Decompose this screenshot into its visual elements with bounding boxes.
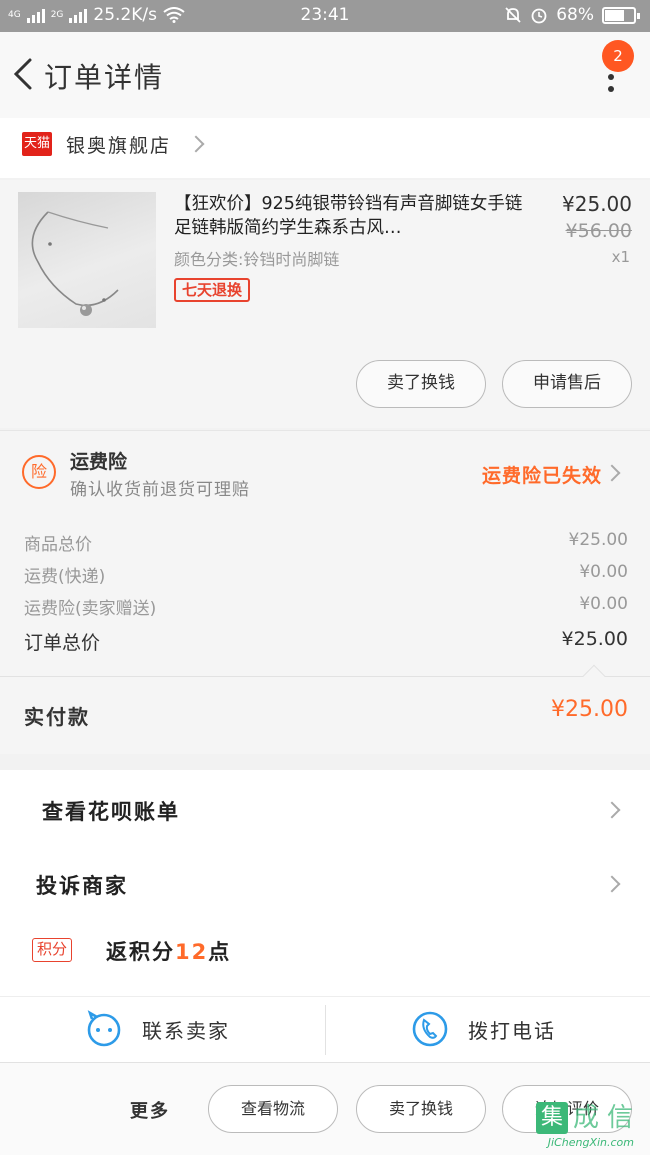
view-logistics-button[interactable]: 查看物流 [208,1085,338,1133]
tmall-logo: 天猫 [22,132,52,156]
battery-percent: 68% [556,5,594,25]
cost-label: 商品总价 [24,535,92,555]
insurance-desc: 确认收货前退货可理赔 [70,480,250,500]
chevron-right-icon [187,135,205,153]
message-badge: 2 [602,40,634,72]
watermark-char: 信 [606,1103,633,1133]
insurance-icon: 险 [22,455,56,489]
page-header: 订单详情 2 [0,32,650,118]
insurance-title: 运费险 [70,451,128,473]
cost-value: ¥25.00 [568,530,628,550]
return-policy-tag: 七天退换 [174,278,251,302]
cost-row: 商品总价 ¥25.00 [24,530,628,555]
after-sale-button[interactable]: 申请售后 [502,360,632,408]
sell-button[interactable]: 卖了换钱 [356,360,486,408]
cost-breakdown: 商品总价 ¥25.00 运费(快递) ¥0.00 运费险(卖家赠送) ¥0.00… [0,512,650,676]
product-title[interactable]: 【狂欢价】925纯银带铃铛有声音脚链女手链足链韩版简约学生森系古风… [174,192,534,240]
anklet-image [31,211,119,316]
points-tag: 积分 [32,938,73,962]
cost-label: 运费(快递) [24,567,106,587]
points-value: 12 [175,940,209,964]
alarm-icon [531,8,547,24]
points-text: 返积分12点 [106,936,231,966]
battery-icon [602,6,640,24]
huabei-bill-label: 查看花呗账单 [42,800,180,824]
battery-fill [605,9,625,21]
back-arrow-icon[interactable] [8,54,38,94]
product-card: 【狂欢价】925纯银带铃铛有声音脚链女手链足链韩版简约学生森系古风… 颜色分类:… [0,180,650,428]
cost-value: ¥0.00 [579,562,628,582]
product-price: ¥25.00 [562,192,632,216]
product-spec: 颜色分类:铃铛时尚脚链 [174,250,340,269]
more-menu-icon[interactable] [608,74,618,98]
links-section: 查看花呗账单 投诉商家 积分 返积分12点 [0,770,650,996]
huabei-bill-link[interactable]: 查看花呗账单 [0,774,650,844]
product-original-price: ¥56.00 [565,220,632,242]
mute-bell-icon [505,7,521,23]
order-total-row: 订单总价 ¥25.00 [24,628,628,655]
contact-bar: 联系卖家 拨打电话 [0,996,650,1062]
contact-seller-label: 联系卖家 [142,1018,230,1043]
paid-amount: ¥25.00 [551,697,628,722]
status-bar: 4G 2G 25.2K/s 23:41 68% [0,0,650,32]
call-label: 拨打电话 [468,1018,556,1043]
product-quantity: x1 [611,248,630,266]
call-button[interactable]: 拨打电话 [410,1009,556,1049]
paid-row: 实付款 ¥25.00 [0,664,650,754]
page-title: 订单详情 [44,61,165,94]
more-actions-button[interactable]: 更多 [130,1097,170,1123]
cost-row: 运费(快递) ¥0.00 [24,562,628,587]
sell-button-bottom[interactable]: 卖了换钱 [356,1085,486,1133]
points-prefix: 返积分 [106,940,175,964]
chevron-right-icon [603,875,621,893]
points-suffix: 点 [208,940,232,964]
watermark-char: 集 [536,1102,568,1134]
cost-row: 运费险(卖家赠送) ¥0.00 [24,594,628,619]
chevron-right-icon [603,464,621,482]
cost-label: 运费险(卖家赠送) [24,599,157,619]
order-total-value: ¥25.00 [561,628,628,650]
insurance-status: 运费险已失效 [481,465,602,487]
divider [325,1005,326,1055]
shop-name: 银奥旗舰店 [66,135,172,157]
contact-seller-button[interactable]: 联系卖家 [84,1009,230,1049]
watermark-logo: 集 成 信 JiChengXin.com [500,1100,640,1150]
watermark-char: 成 [572,1103,599,1133]
watermark-sub: JiChengXin.com [547,1136,634,1149]
complain-seller-label: 投诉商家 [36,874,128,898]
paid-label: 实付款 [24,705,90,729]
phone-icon [412,1011,448,1047]
cost-value: ¥0.00 [579,594,628,614]
watermark-glyphs: 集 成 信 [536,1102,636,1134]
chat-bubble-icon [87,1010,121,1047]
shop-row[interactable]: 天猫 银奥旗舰店 [0,118,650,178]
order-total-label: 订单总价 [24,632,101,654]
complain-seller-link[interactable]: 投诉商家 [0,848,650,918]
product-image[interactable] [18,192,156,328]
chevron-right-icon [603,801,621,819]
status-right: 68% [504,5,640,25]
shipping-insurance-row[interactable]: 险 运费险 确认收货前退货可理赔 运费险已失效 [0,430,650,512]
